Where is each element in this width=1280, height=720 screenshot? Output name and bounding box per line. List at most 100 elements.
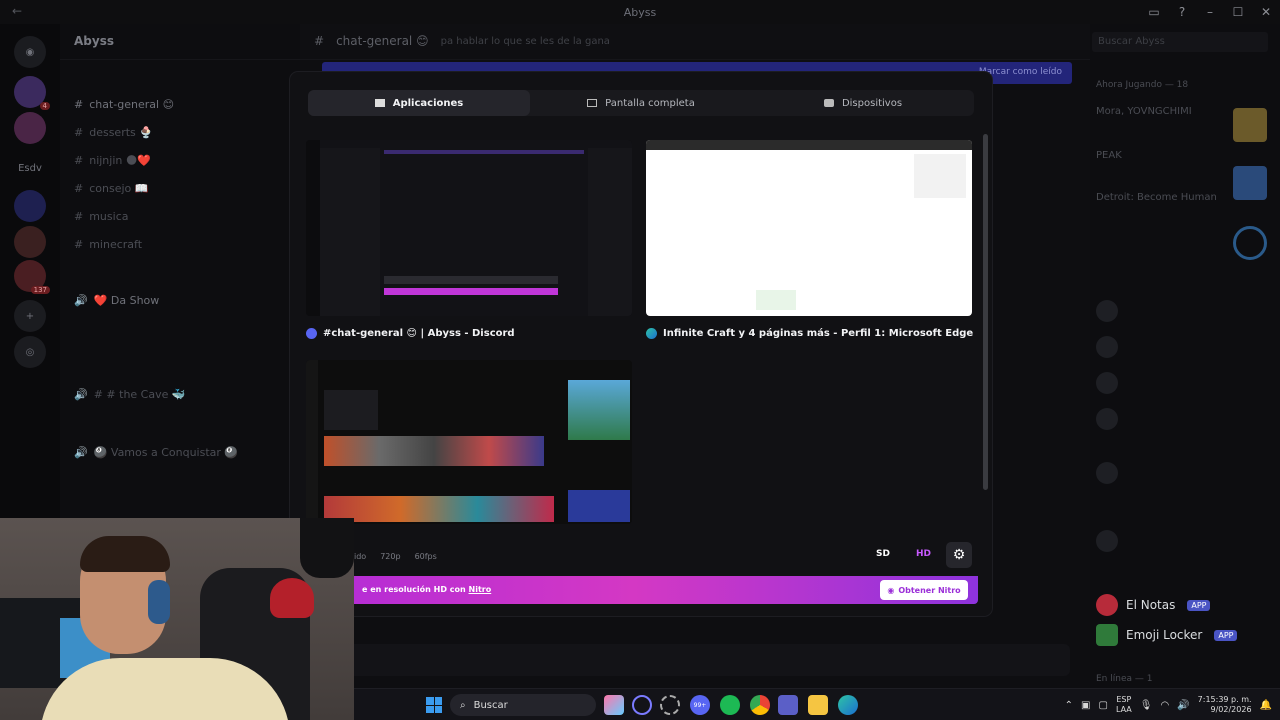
window-card-discord[interactable]: #chat-general 😊 | Abyss - Discord (306, 140, 636, 339)
member-row-el-notas[interactable]: El Notas APP (1096, 594, 1211, 616)
discord-icon (306, 328, 317, 339)
scrollbar[interactable] (983, 134, 988, 490)
server-icon[interactable]: 4 (14, 76, 50, 110)
avatar (1096, 530, 1118, 552)
volume-icon[interactable]: 🔊 (1177, 700, 1189, 711)
add-server-icon[interactable]: + (14, 300, 46, 332)
tab-label: Pantalla completa (605, 97, 695, 109)
window-card-edge[interactable]: Infinite Craft y 4 páginas más - Perfil … (646, 140, 976, 339)
activity-name: Detroit: Become Human (1096, 192, 1217, 203)
tab-aplicaciones[interactable]: Aplicaciones (308, 90, 530, 116)
headphones-icon (148, 580, 170, 624)
voice-channel-item[interactable]: 🔊 # # the Cave 🐳 (74, 388, 186, 401)
avatar (1096, 408, 1118, 430)
nitro-text: e en resolución HD con (362, 585, 466, 594)
member-row[interactable] (1096, 300, 1118, 322)
channel-item[interactable]: # nijnjin 🌑❤️ (74, 154, 151, 167)
activity-thumbnail (1233, 166, 1267, 200)
clock[interactable]: 7:15:39 p. m. 9/02/2026 (1198, 695, 1252, 715)
windows-start-icon[interactable] (426, 697, 442, 713)
server-name[interactable]: Abyss (60, 24, 300, 60)
activity-row[interactable]: PEAK (1096, 150, 1122, 161)
server-icon[interactable] (14, 226, 46, 258)
resolution-label: 720p (380, 552, 401, 561)
channel-topic: pa hablar lo que se les de la gana (440, 36, 610, 47)
tab-dispositivos[interactable]: Dispositivos (752, 90, 974, 116)
notification-badge: 4 (39, 102, 50, 110)
inbox-icon[interactable]: ▭ (1140, 0, 1168, 24)
file-explorer-icon[interactable] (808, 695, 828, 715)
voice-channel-item[interactable]: 🔊 ❤️ Da Show (74, 294, 159, 307)
tray-icon[interactable]: ▢ (1099, 700, 1108, 711)
member-row[interactable] (1096, 372, 1118, 394)
window-preview (306, 360, 632, 524)
tab-pantalla-completa[interactable]: Pantalla completa (530, 90, 752, 116)
window-card-spotify[interactable] (306, 360, 636, 524)
channel-item[interactable]: # desserts 🍨 (74, 126, 153, 139)
window-title: Infinite Craft y 4 páginas más - Perfil … (663, 328, 974, 339)
member-row[interactable] (1096, 336, 1118, 358)
tab-label: Aplicaciones (392, 97, 464, 109)
gear-icon[interactable]: ⚙ (946, 542, 972, 568)
member-row[interactable] (1096, 462, 1118, 484)
monitor-icon (587, 99, 598, 107)
app-badge: APP (1187, 599, 1211, 611)
member-row[interactable] (1096, 408, 1118, 430)
get-nitro-button[interactable]: ◉ Obtener Nitro (880, 580, 968, 600)
activity-row[interactable]: Detroit: Become Human (1096, 192, 1217, 203)
discord-home-icon[interactable]: ◉ (14, 36, 46, 68)
notification-bell-icon[interactable]: 🔔 (1260, 700, 1272, 711)
window-controls: ▭ ? – ☐ ✕ (1140, 0, 1280, 24)
edge-taskbar-icon[interactable] (838, 695, 858, 715)
channel-item[interactable]: # minecraft (74, 238, 142, 251)
member-row-emoji-locker[interactable]: Emoji Locker APP (1096, 624, 1238, 646)
server-icon[interactable] (14, 112, 46, 144)
activity-name: PEAK (1096, 150, 1122, 161)
member-row[interactable] (1096, 530, 1118, 552)
spotify-icon[interactable] (720, 695, 740, 715)
channel-label: desserts 🍨 (89, 126, 153, 139)
help-icon[interactable]: ? (1168, 0, 1196, 24)
avatar (1096, 594, 1118, 616)
minimize-button[interactable]: – (1196, 0, 1224, 24)
back-icon[interactable]: ← (12, 4, 22, 18)
app-tray-icon[interactable]: ▣ (1081, 700, 1090, 711)
cortana-icon[interactable] (632, 695, 652, 715)
screen-share-modal: Aplicaciones Pantalla completa Dispositi… (290, 72, 992, 616)
server-icon[interactable]: 137 (14, 260, 50, 294)
maximize-button[interactable]: ☐ (1224, 0, 1252, 24)
app-badge: APP (1214, 629, 1238, 641)
taskbar-search[interactable]: ⌕ Buscar (450, 694, 596, 716)
channel-item[interactable]: # consejo 📖 (74, 182, 148, 195)
discord-taskbar-icon[interactable]: 99+ (690, 695, 710, 715)
server-esdv[interactable]: Esdv (14, 152, 46, 184)
sd-button[interactable]: SD (868, 546, 898, 562)
wifi-icon[interactable]: ◠ (1160, 700, 1169, 711)
channel-label: consejo 📖 (89, 182, 149, 195)
nitro-link[interactable]: Nitro (469, 585, 492, 594)
teams-icon[interactable] (778, 695, 798, 715)
search-input[interactable]: Buscar Abyss (1092, 32, 1268, 52)
voice-channel-label: ❤️ Da Show (93, 294, 160, 307)
microphone-tray-icon[interactable]: 🎙 (1140, 700, 1153, 711)
obs-icon[interactable] (660, 695, 680, 715)
server-icon[interactable] (14, 190, 46, 222)
channel-label: musica (89, 210, 129, 223)
chevron-up-icon[interactable]: ⌃ (1065, 700, 1073, 711)
microphone-icon (300, 518, 354, 578)
voice-channel-item[interactable]: 🔊 🎱 Vamos a Conquistar 🎱 (74, 446, 238, 459)
chrome-icon[interactable] (750, 695, 770, 715)
voice-channel-label: # # the Cave 🐳 (93, 388, 186, 401)
copilot-icon[interactable] (604, 695, 624, 715)
close-button[interactable]: ✕ (1252, 0, 1280, 24)
activity-thumbnail (1233, 108, 1267, 142)
message-input[interactable] (320, 644, 1070, 676)
tab-label: Dispositivos (841, 97, 903, 109)
channel-item[interactable]: # chat-general 😊 (74, 98, 174, 111)
language-indicator[interactable]: ESP LAA (1116, 695, 1132, 715)
activity-row[interactable]: Mora, YOVNGCHIMI (1096, 106, 1192, 117)
lock-icon (1096, 624, 1118, 646)
hd-button[interactable]: HD (908, 546, 939, 562)
explore-icon[interactable]: ◎ (14, 336, 46, 368)
channel-item[interactable]: # musica (74, 210, 128, 223)
